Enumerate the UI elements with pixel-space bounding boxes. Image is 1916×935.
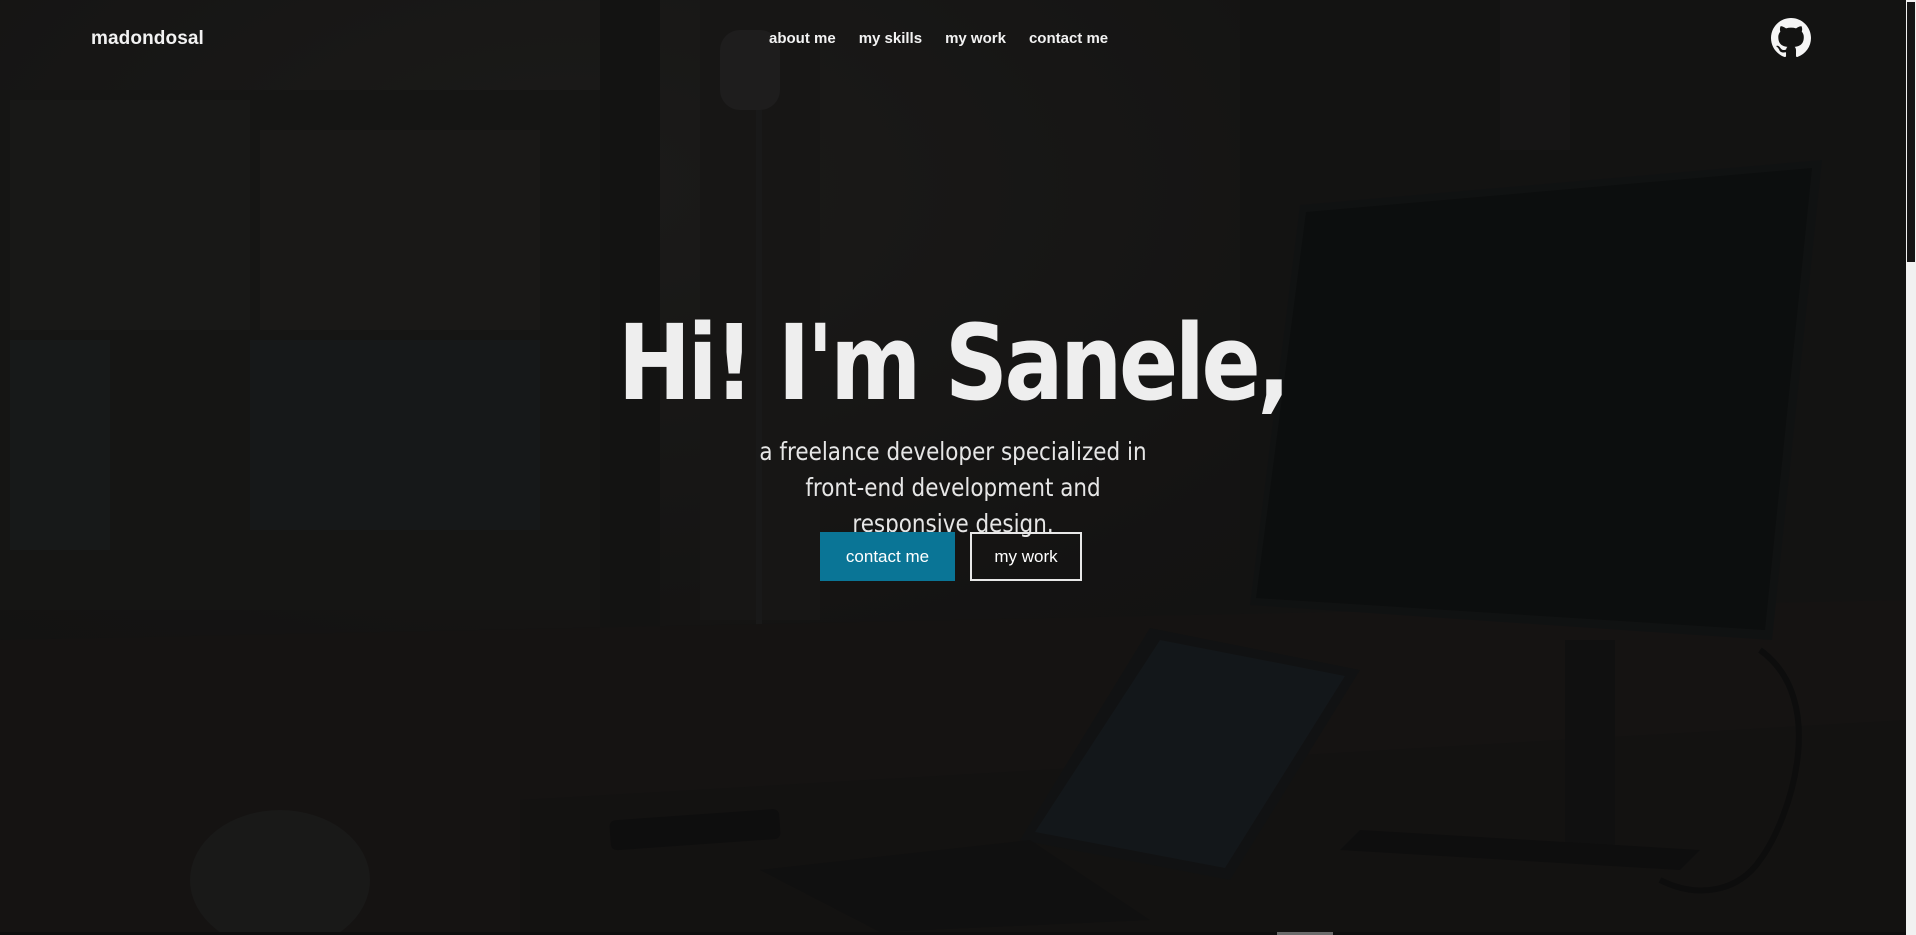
hero-title: Hi! I'm Sanele, (617, 302, 1291, 424)
page: madondosal about me my skills my work co… (0, 0, 1916, 935)
hero-subtitle: a freelance developer specialized in fro… (759, 437, 1147, 538)
nav-contact-me[interactable]: contact me (1029, 30, 1108, 47)
my-work-button[interactable]: my work (970, 532, 1082, 581)
brand-logo[interactable]: madondosal (91, 28, 204, 50)
hero-section: Hi! I'm Sanele, a freelance developer sp… (0, 300, 1906, 542)
hero-actions: contact me my work (820, 532, 1082, 581)
site-header: madondosal about me my skills my work co… (0, 0, 1906, 80)
github-icon-svg (1771, 18, 1811, 58)
scrollbar[interactable] (1906, 0, 1916, 935)
nav-about-me[interactable]: about me (769, 30, 836, 47)
nav-my-skills[interactable]: my skills (859, 30, 922, 47)
main-nav: about me my skills my work contact me (769, 30, 1108, 47)
nav-my-work[interactable]: my work (945, 30, 1006, 47)
github-icon[interactable] (1771, 18, 1811, 58)
scrollbar-thumb[interactable] (1907, 2, 1915, 262)
contact-me-button[interactable]: contact me (820, 532, 955, 581)
